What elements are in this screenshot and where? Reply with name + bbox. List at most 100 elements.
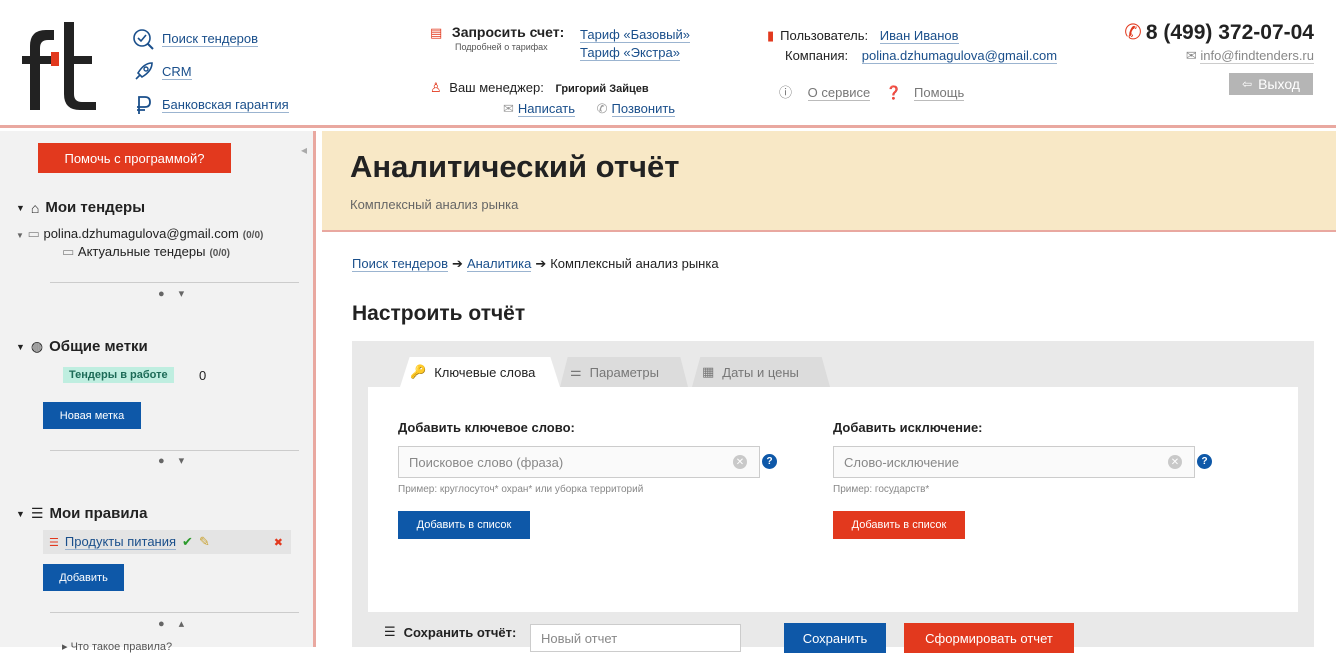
company-label: Компания:: [785, 48, 849, 63]
my-tenders-header[interactable]: ▼ ⌂ Мои тендеры: [16, 199, 145, 216]
delete-icon[interactable]: ✖: [274, 536, 283, 549]
common-tags-title: Общие метки: [49, 338, 148, 355]
pencil-icon[interactable]: ✎: [199, 534, 210, 550]
help-item[interactable]: ❓ Помощь: [885, 85, 965, 101]
tree-child-item[interactable]: ▭ Актуальные тендеры (0/0): [62, 244, 230, 260]
caret-down-icon[interactable]: ▾: [179, 288, 185, 300]
phone-icon: ✆: [596, 101, 608, 116]
invoice-request: ▤ Запросить счет: Подробней о тарифах: [430, 24, 565, 52]
tab-parameters[interactable]: ⚌ Параметры: [560, 357, 688, 387]
tab-keywords[interactable]: 🔑 Ключевые слова: [400, 357, 560, 387]
invoice-sub[interactable]: Подробней о тарифах: [455, 42, 548, 52]
question-icon[interactable]: ●: [158, 455, 165, 467]
tag-in-work[interactable]: Тендеры в работе: [63, 367, 174, 383]
user-icon: ▮: [767, 28, 775, 43]
manager-icon: ♙: [430, 80, 442, 95]
caret-down-icon[interactable]: ▼: [16, 342, 25, 352]
tree-root-item[interactable]: ▼ ▭ polina.dzhumagulova@gmail.com (0/0): [16, 226, 263, 242]
rule-name-link[interactable]: Продукты питания: [64, 534, 177, 550]
tab-parameters-label: Параметры: [589, 364, 659, 380]
help-icon[interactable]: ?: [1197, 454, 1212, 469]
sliders-icon: ⚌: [570, 364, 582, 379]
divider: [50, 612, 299, 613]
generate-report-button[interactable]: Сформировать отчет: [904, 623, 1074, 653]
caret-down-icon[interactable]: ▼: [16, 203, 25, 213]
page-subtitle: Комплексный анализ рынка: [350, 197, 519, 212]
call-link[interactable]: Позвонить: [611, 101, 676, 117]
folder-icon: ▭: [27, 226, 40, 241]
breadcrumb-current: Комплексный анализ рынка: [550, 256, 719, 271]
manager-actions: ✉ Написать ✆ Позвонить: [503, 101, 676, 117]
keyword-hint: Пример: круглосуточ* охран* или уборка т…: [398, 484, 644, 495]
question-icon[interactable]: ●: [158, 288, 165, 300]
inbox-icon: ⌂: [30, 199, 40, 216]
new-tag-button[interactable]: Новая метка: [43, 402, 141, 429]
add-keyword-button[interactable]: Добавить в список: [398, 511, 530, 539]
user-name-link[interactable]: Иван Иванов: [879, 28, 959, 44]
nav-crm[interactable]: CRM: [132, 55, 289, 88]
checkmark-icon[interactable]: ✔: [182, 534, 193, 550]
header: Поиск тендеров CRM Банковская гарантия ▤…: [0, 0, 1336, 128]
breadcrumb: Поиск тендеров ➔ Аналитика ➔ Комплексный ана…: [352, 256, 719, 272]
caret-down-icon[interactable]: ▾: [179, 455, 185, 467]
rule-item[interactable]: ☰ Продукты питания ✔ ✎ ✖: [43, 530, 291, 554]
user-label: Пользователь:: [780, 28, 869, 43]
report-name-input[interactable]: Новый отчет: [530, 624, 741, 652]
phone-text: 8 (499) 372-07-04: [1145, 21, 1314, 44]
tree-child-label[interactable]: Актуальные тендеры: [78, 244, 206, 259]
tree-root-label[interactable]: polina.dzhumagulova@gmail.com: [43, 226, 238, 241]
ruble-icon: [137, 95, 151, 114]
about-item[interactable]: ⓘ О сервисе: [779, 85, 871, 101]
rules-help-label[interactable]: Что такое правила?: [71, 641, 173, 653]
findtenders-logo[interactable]: [22, 22, 102, 110]
caret-up-icon[interactable]: ▴: [179, 618, 185, 630]
nav-bank-label[interactable]: Банковская гарантия: [162, 97, 289, 113]
caret-down-icon[interactable]: ▼: [16, 509, 25, 519]
my-rules-header[interactable]: ▼ ☰ Мои правила: [16, 505, 147, 522]
breadcrumb-analytics[interactable]: Аналитика: [466, 256, 532, 272]
phone-number: ✆ 8 (499) 372-07-04: [1124, 20, 1314, 45]
write-link[interactable]: Написать: [517, 101, 575, 117]
keyword-input[interactable]: Поисковое слово (фраза) ✕: [398, 446, 760, 478]
about-link[interactable]: О сервисе: [807, 85, 871, 101]
tariff-extra-link[interactable]: Тариф «Экстра»: [580, 45, 680, 61]
nav-search-label[interactable]: Поиск тендеров: [162, 31, 259, 47]
info-icon: ⓘ: [779, 85, 793, 100]
breadcrumb-search[interactable]: Поиск тендеров: [352, 256, 449, 272]
help-link[interactable]: Помощь: [914, 85, 965, 101]
help-icon[interactable]: ?: [762, 454, 777, 469]
help-links: ⓘ О сервисе ❓ Помощь: [779, 82, 976, 101]
add-rule-button[interactable]: Добавить: [43, 564, 124, 591]
collapse-sidebar-icon[interactable]: ◂: [301, 143, 307, 157]
tab-dates-prices[interactable]: ▦ Даты и цены: [692, 357, 830, 387]
company-link[interactable]: polina.dzhumagulova@gmail.com: [861, 48, 1058, 64]
exclusion-input[interactable]: Слово-исключение ✕: [833, 446, 1195, 478]
invoice-label: Запросить счет:: [451, 24, 565, 40]
rule-icon: ☰: [49, 536, 59, 549]
mail-icon: ✉: [1185, 48, 1197, 63]
report-name-placeholder: Новый отчет: [541, 630, 618, 646]
email-link[interactable]: info@findtenders.ru: [1200, 48, 1314, 64]
question-icon[interactable]: ●: [158, 618, 165, 630]
manager-name: Григорий Зайцев: [555, 83, 649, 95]
common-tags-header[interactable]: ▼ ◍ Общие метки: [16, 338, 148, 355]
divider: [50, 450, 299, 451]
help-program-button[interactable]: Помочь с программой?: [38, 143, 231, 173]
clear-icon[interactable]: ✕: [733, 455, 747, 469]
tab-dates-label: Даты и цены: [722, 364, 799, 380]
question-icon: ❓: [885, 85, 903, 100]
main-nav: Поиск тендеров CRM Банковская гарантия: [132, 22, 289, 121]
nav-crm-label[interactable]: CRM: [162, 64, 192, 80]
save-button[interactable]: Сохранить: [784, 623, 886, 653]
nav-search-tenders[interactable]: Поиск тендеров: [132, 22, 289, 55]
add-exclusion-button[interactable]: Добавить в список: [833, 511, 965, 539]
logout-button[interactable]: ⇦ Выход: [1229, 73, 1313, 95]
nav-bank-guarantee[interactable]: Банковская гарантия: [132, 88, 289, 121]
tariff-basic-link[interactable]: Тариф «Базовый»: [580, 27, 691, 43]
clear-icon[interactable]: ✕: [1168, 455, 1182, 469]
keyword-label: Добавить ключевое слово:: [398, 420, 575, 435]
page-title: Аналитический отчёт: [350, 149, 680, 184]
divider: [50, 282, 299, 283]
caret-down-icon[interactable]: ▼: [16, 231, 24, 240]
section-controls: ● ▾: [158, 454, 198, 467]
